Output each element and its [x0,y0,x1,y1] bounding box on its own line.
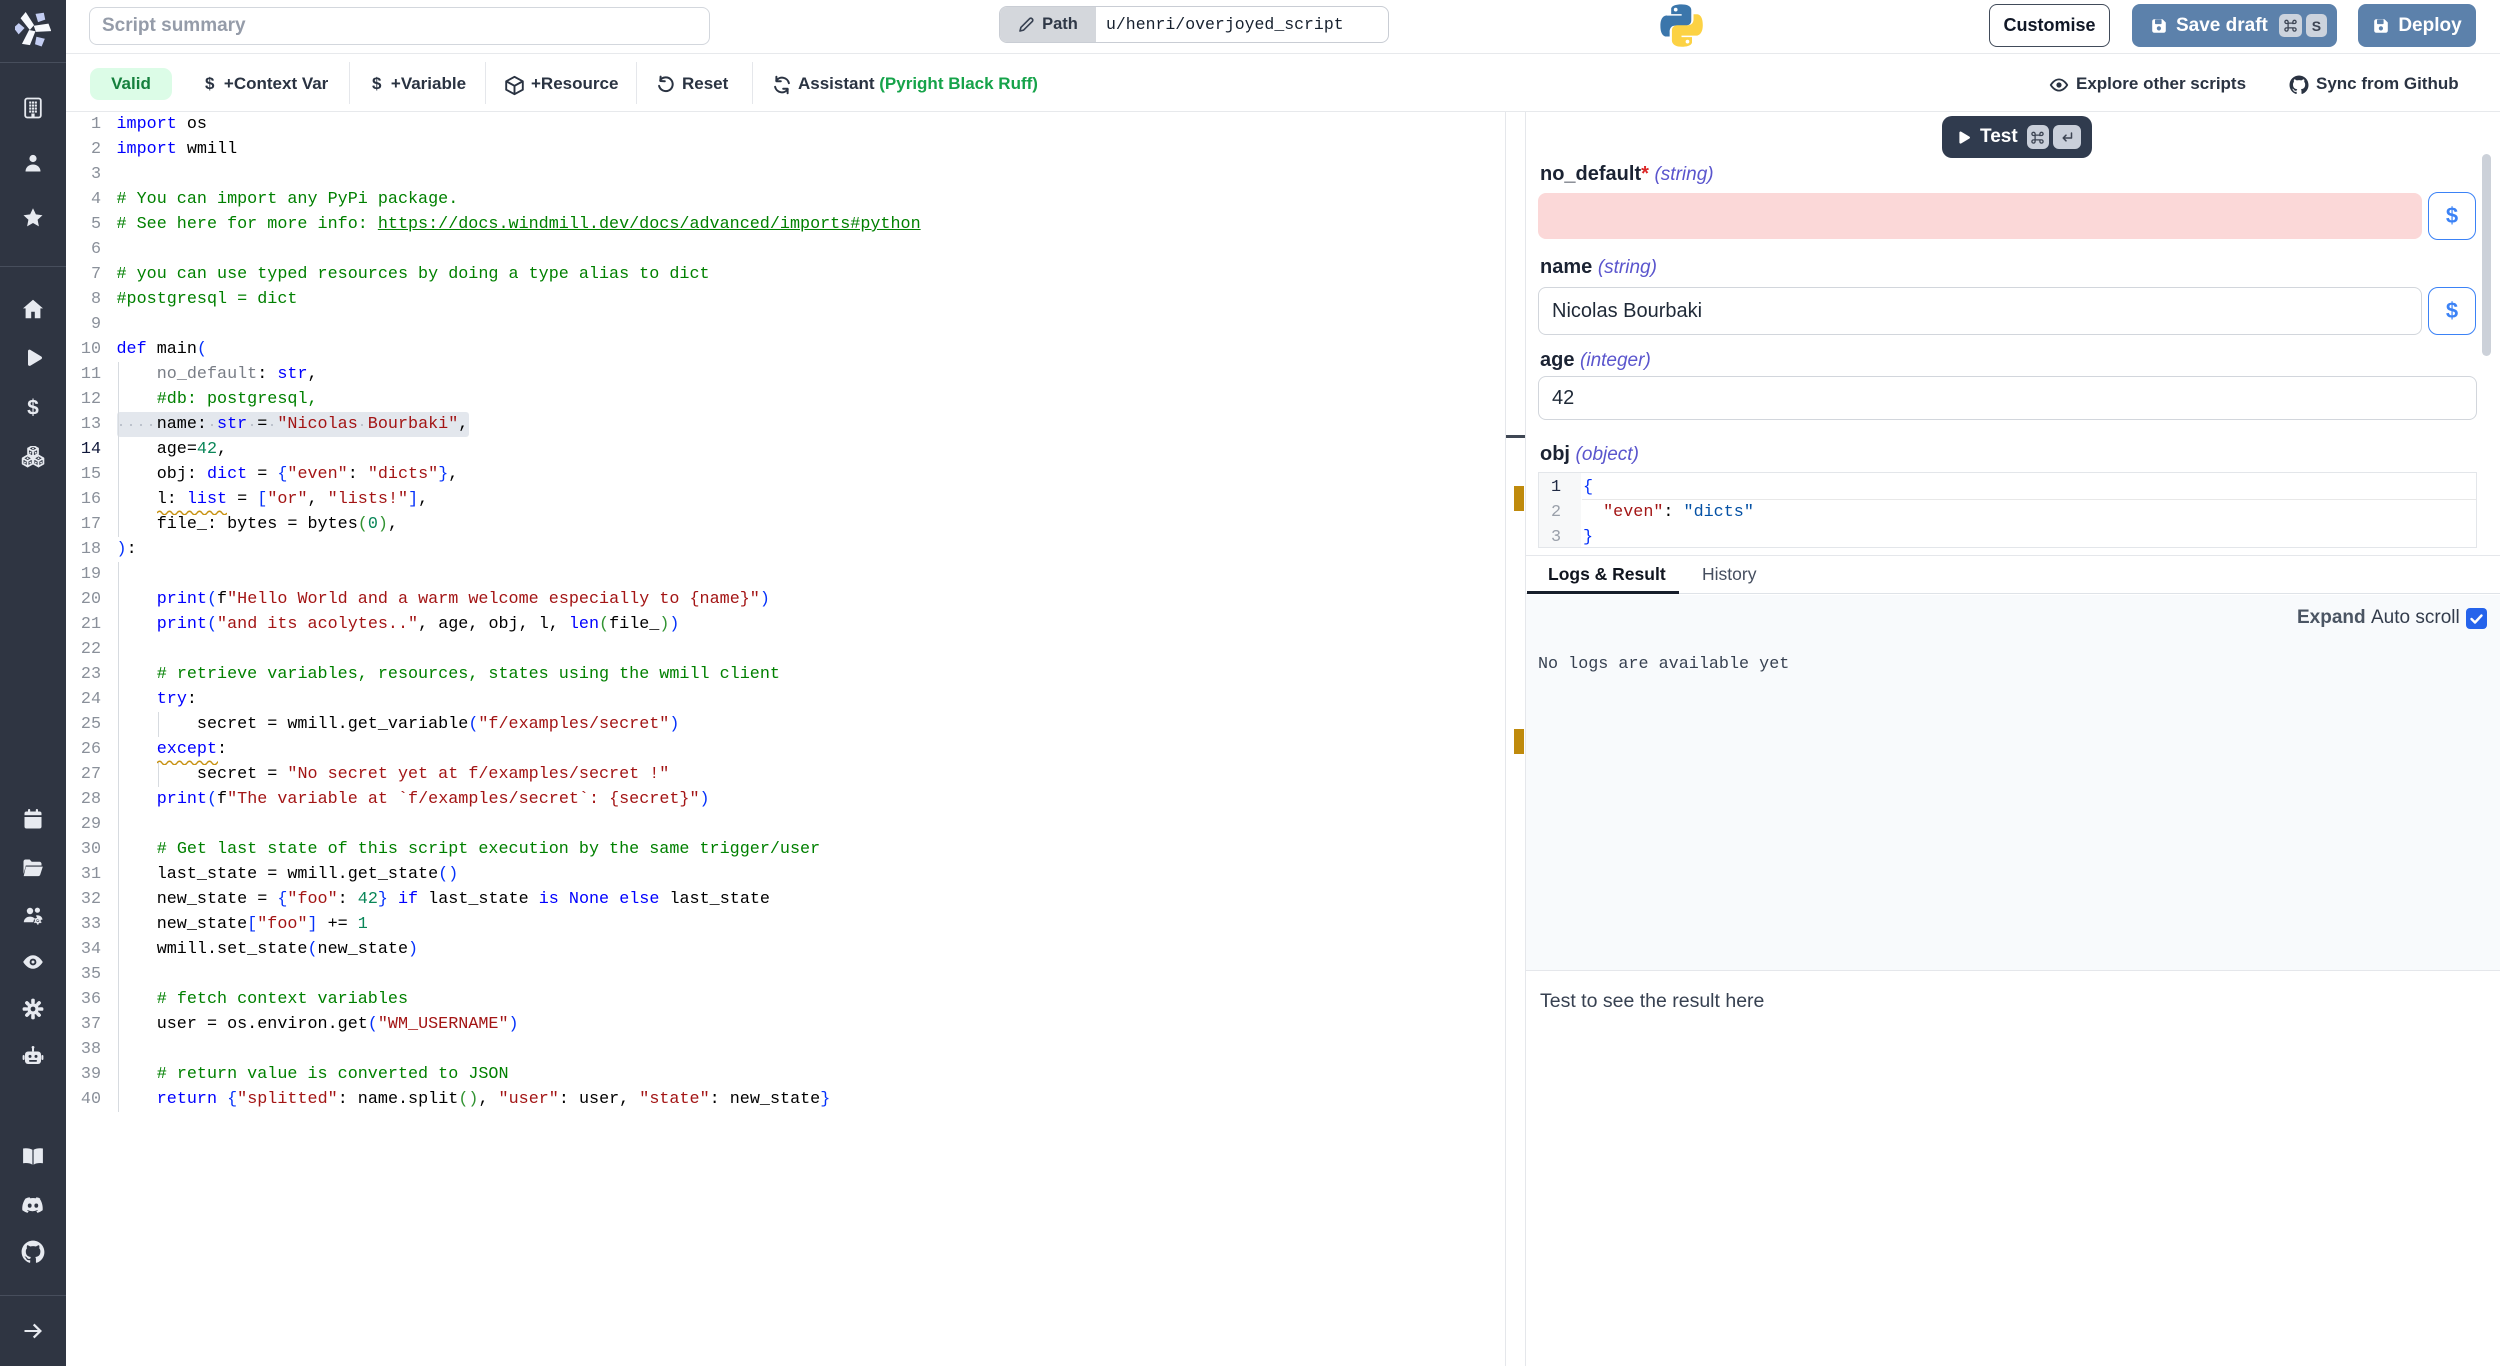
svg-text:$: $ [27,397,39,420]
